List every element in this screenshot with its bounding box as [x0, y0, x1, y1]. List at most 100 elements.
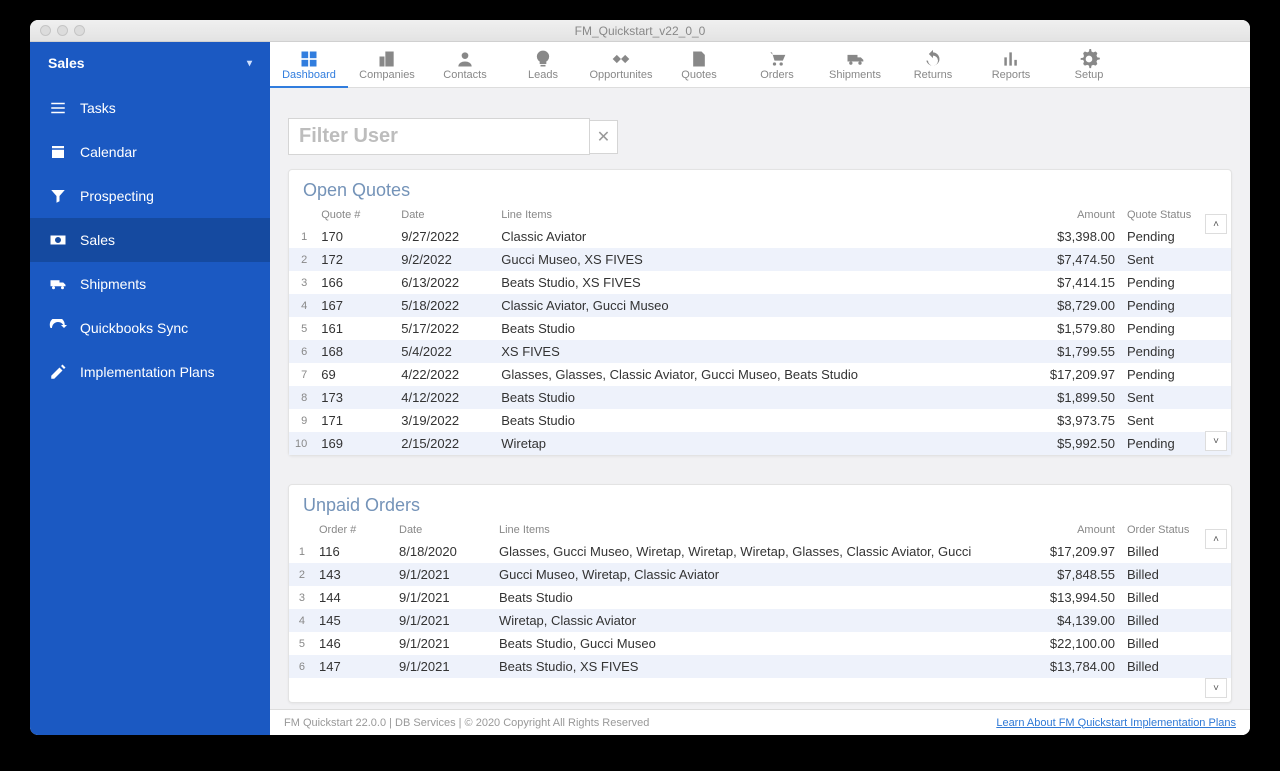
row-index: 8 — [289, 386, 315, 409]
row-amount: $13,784.00 — [1021, 655, 1121, 678]
table-row[interactable]: 61479/1/2021Beats Studio, XS FIVES$13,78… — [289, 655, 1231, 678]
clear-filter-button[interactable]: ✕ — [590, 120, 618, 154]
row-amount: $4,139.00 — [1021, 609, 1121, 632]
row-amount: $13,994.50 — [1021, 586, 1121, 609]
sidebar-item-shipments[interactable]: Shipments — [30, 262, 270, 306]
table-row[interactable]: 21439/1/2021Gucci Museo, Wiretap, Classi… — [289, 563, 1231, 586]
orders-scroll-down[interactable]: ˅ — [1205, 678, 1227, 698]
sidebar-item-label: Implementation Plans — [80, 364, 215, 380]
row-id: 69 — [315, 363, 395, 386]
content-scroll[interactable]: ✕ Open Quotes Quote # Date Line Items — [270, 88, 1250, 709]
sidebar: Sales ▾ TasksCalendar Prospecting Sales Shi… — [30, 42, 270, 735]
row-id: 168 — [315, 340, 395, 363]
toolbar-item-returns[interactable]: Returns — [894, 42, 972, 88]
table-row[interactable]: 51615/17/2022Beats Studio$1,579.80Pendin… — [289, 317, 1231, 340]
orders-header-row: Order # Date Line Items Amount Order Sta… — [289, 520, 1231, 540]
row-date: 9/1/2021 — [393, 609, 493, 632]
contact-icon — [454, 49, 476, 69]
filter-user-field[interactable] — [288, 118, 590, 155]
row-date: 9/1/2021 — [393, 632, 493, 655]
row-date: 4/22/2022 — [395, 363, 495, 386]
row-date: 5/4/2022 — [395, 340, 495, 363]
sidebar-item-sales[interactable]: Sales — [30, 218, 270, 262]
toolbar-item-opportunites[interactable]: Opportunites — [582, 42, 660, 88]
unpaid-orders-panel: Unpaid Orders Order # Date Line Items Am… — [288, 484, 1232, 703]
table-row[interactable]: 51469/1/2021Beats Studio, Gucci Museo$22… — [289, 632, 1231, 655]
sidebar-item-tasks[interactable]: Tasks — [30, 86, 270, 130]
table-row[interactable]: 31666/13/2022Beats Studio, XS FIVES$7,41… — [289, 271, 1231, 294]
row-id: 167 — [315, 294, 395, 317]
toolbar-item-label: Contacts — [443, 69, 486, 81]
chevron-down-icon: ˅ — [1213, 436, 1219, 447]
table-row[interactable]: 11709/27/2022Classic Aviator$3,398.00Pen… — [289, 225, 1231, 248]
toolbar-item-companies[interactable]: Companies — [348, 42, 426, 88]
col-quote-items: Line Items — [495, 205, 1021, 225]
row-index: 3 — [289, 586, 313, 609]
table-row[interactable]: 81734/12/2022Beats Studio$1,899.50Sent — [289, 386, 1231, 409]
table-row[interactable]: 61685/4/2022XS FIVES$1,799.55Pending — [289, 340, 1231, 363]
footer-copyright: FM Quickstart 22.0.0 | DB Services | © 2… — [284, 717, 649, 729]
row-items: Gucci Museo, Wiretap, Classic Aviator — [493, 563, 1021, 586]
sidebar-item-implementation-plans[interactable]: Implementation Plans — [30, 350, 270, 394]
table-row[interactable]: 101692/15/2022Wiretap$5,992.50Pending — [289, 432, 1231, 455]
row-id: 147 — [313, 655, 393, 678]
app-window: FM_Quickstart_v22_0_0 Sales ▾ TasksCalen… — [30, 20, 1250, 735]
row-id: 172 — [315, 248, 395, 271]
row-id: 116 — [313, 540, 393, 563]
chevron-down-icon: ▾ — [247, 58, 252, 69]
row-items: Wiretap — [495, 432, 1021, 455]
toolbar-item-orders[interactable]: Orders — [738, 42, 816, 88]
table-row[interactable]: 41459/1/2021Wiretap, Classic Aviator$4,1… — [289, 609, 1231, 632]
chevron-down-icon: ˅ — [1213, 683, 1219, 694]
filter-user-input[interactable] — [299, 125, 579, 148]
table-row[interactable]: 21729/2/2022Gucci Museo, XS FIVES$7,474.… — [289, 248, 1231, 271]
table-row[interactable]: 91713/19/2022Beats Studio$3,973.75Sent — [289, 409, 1231, 432]
row-items: Beats Studio — [495, 409, 1021, 432]
row-items: Classic Aviator — [495, 225, 1021, 248]
toolbar-item-label: Shipments — [829, 69, 881, 81]
table-row[interactable]: 7694/22/2022Glasses, Glasses, Classic Av… — [289, 363, 1231, 386]
sidebar-item-calendar[interactable]: Calendar — [30, 130, 270, 174]
money-icon — [48, 230, 68, 250]
row-id: 169 — [315, 432, 395, 455]
quotes-scroll-up[interactable]: ˄ — [1205, 214, 1227, 234]
row-date: 9/27/2022 — [395, 225, 495, 248]
toolbar-item-contacts[interactable]: Contacts — [426, 42, 504, 88]
close-icon: ✕ — [597, 127, 610, 147]
table-row[interactable]: 11168/18/2020Glasses, Gucci Museo, Wiret… — [289, 540, 1231, 563]
row-index: 1 — [289, 225, 315, 248]
sidebar-item-label: Prospecting — [80, 188, 154, 204]
row-index: 5 — [289, 317, 315, 340]
row-id: 171 — [315, 409, 395, 432]
chevron-up-icon: ˄ — [1213, 219, 1219, 230]
sidebar-item-prospecting[interactable]: Prospecting — [30, 174, 270, 218]
company-icon — [376, 49, 398, 69]
toolbar-item-shipments[interactable]: Shipments — [816, 42, 894, 88]
sidebar-item-label: Sales — [80, 232, 115, 248]
row-id: 143 — [313, 563, 393, 586]
table-row[interactable]: 41675/18/2022Classic Aviator, Gucci Muse… — [289, 294, 1231, 317]
toolbar-item-dashboard[interactable]: Dashboard — [270, 42, 348, 88]
footer: FM Quickstart 22.0.0 | DB Services | © 2… — [270, 709, 1250, 735]
row-date: 9/1/2021 — [393, 655, 493, 678]
sidebar-section-selector[interactable]: Sales ▾ — [30, 42, 270, 84]
row-date: 5/18/2022 — [395, 294, 495, 317]
toolbar-item-label: Opportunites — [590, 69, 653, 81]
row-index: 6 — [289, 655, 313, 678]
col-order-items: Line Items — [493, 520, 1021, 540]
row-amount: $22,100.00 — [1021, 632, 1121, 655]
quotes-scroll-down[interactable]: ˅ — [1205, 431, 1227, 451]
table-row[interactable]: 31449/1/2021Beats Studio$13,994.50Billed — [289, 586, 1231, 609]
toolbar-item-reports[interactable]: Reports — [972, 42, 1050, 88]
row-items: Beats Studio — [495, 317, 1021, 340]
toolbar-item-quotes[interactable]: Quotes — [660, 42, 738, 88]
row-items: Beats Studio — [495, 386, 1021, 409]
row-index: 6 — [289, 340, 315, 363]
footer-learn-link[interactable]: Learn About FM Quickstart Implementation… — [996, 717, 1236, 729]
sidebar-item-quickbooks-sync[interactable]: Quickbooks Sync — [30, 306, 270, 350]
toolbar-item-leads[interactable]: Leads — [504, 42, 582, 88]
col-order-amount: Amount — [1021, 520, 1121, 540]
toolbar-item-setup[interactable]: Setup — [1050, 42, 1128, 88]
orders-scroll-up[interactable]: ˄ — [1205, 529, 1227, 549]
toolbar-item-label: Quotes — [681, 69, 716, 81]
